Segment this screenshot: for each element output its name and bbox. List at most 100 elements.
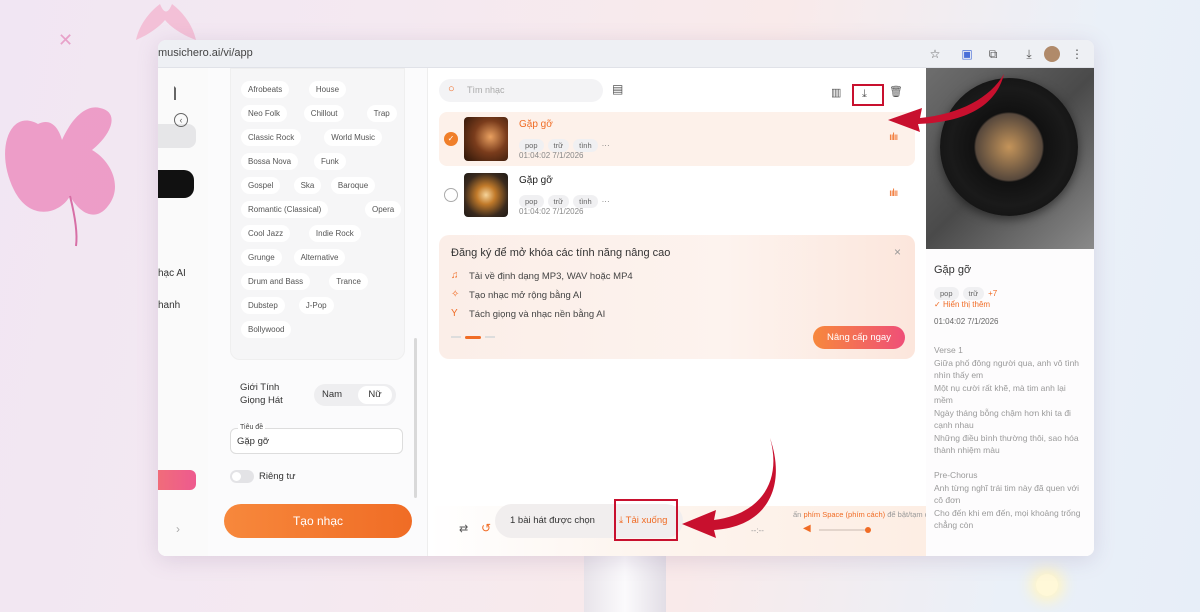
waveform-icon: ıılıı xyxy=(889,188,898,199)
create-music-button[interactable]: Tạo nhạc xyxy=(224,504,412,538)
song-title[interactable]: Gặp gỡ xyxy=(519,175,553,186)
show-more-link[interactable]: ✓ Hiển thị thêm xyxy=(934,300,990,309)
volume-icon[interactable]: ◀ xyxy=(803,523,811,534)
song-cover xyxy=(464,173,508,217)
tag: pop xyxy=(934,287,959,300)
create-form: Afrobeats House Neo Folk Chillout Trap Classi… xyxy=(208,68,428,556)
promo-feature: Tải về định dạng MP3, WAV hoặc MP4 xyxy=(469,271,633,282)
filter-icon[interactable]: ▤ xyxy=(612,82,623,96)
genre-chip[interactable]: Classic Rock xyxy=(241,129,302,146)
close-icon[interactable]: × xyxy=(894,245,901,259)
download-icon[interactable]: ⤓ xyxy=(1020,45,1038,63)
nav-item-dark[interactable] xyxy=(158,170,194,198)
selected-count: 1 bài hát được chọn xyxy=(510,515,595,526)
volume-slider[interactable] xyxy=(819,527,871,533)
split-icon: Y xyxy=(451,308,458,319)
carousel-dot[interactable] xyxy=(485,336,495,338)
library-icon[interactable]: ▥ xyxy=(831,86,841,99)
genre-chip[interactable]: Alternative xyxy=(293,249,346,266)
song-meta: 01:04:02 7/1/2026 xyxy=(519,151,584,160)
search-input[interactable]: ○ Tìm nhạc xyxy=(439,79,603,102)
nav-item-active[interactable] xyxy=(158,124,196,148)
shuffle-icon[interactable]: ⇄ xyxy=(459,522,468,535)
replay-icon[interactable]: ↺ xyxy=(481,521,491,535)
gender-female-option[interactable]: Nữ xyxy=(358,386,392,404)
song-meta: 01:04:02 7/1/2026 xyxy=(519,207,584,216)
genre-chip[interactable]: Grunge xyxy=(241,249,282,266)
address-bar[interactable]: musichero.ai/vi/app xyxy=(158,47,253,59)
nav-upgrade-button[interactable] xyxy=(158,470,196,490)
genre-chip[interactable]: Bollywood xyxy=(241,321,292,338)
song-row[interactable]: Gặp gỡ pop trữ tình ··· 01:04:02 7/1/2026 ı… xyxy=(439,168,915,222)
form-scrollbar[interactable] xyxy=(414,338,417,498)
genre-chip[interactable]: Opera xyxy=(365,201,402,218)
download-highlight-box: ⤓ Tải xuống xyxy=(614,499,678,541)
genre-chip[interactable]: Bossa Nova xyxy=(241,153,299,170)
magic-wand-icon: ✧ xyxy=(451,289,460,300)
star-icon[interactable]: ☆ xyxy=(926,45,944,63)
promo-feature: Tạo nhạc mở rộng bằng AI xyxy=(469,290,582,301)
genre-chip[interactable]: Afrobeats xyxy=(241,81,290,98)
annotation-arrow-top xyxy=(888,74,1004,132)
genre-chip[interactable]: Drum and Bass xyxy=(241,273,311,290)
genre-chip[interactable]: Romantic (Classical) xyxy=(241,201,329,218)
download-selected-button[interactable]: ⤓ Tải xuống xyxy=(619,515,667,526)
genre-chip[interactable]: World Music xyxy=(324,129,383,146)
genre-chip[interactable]: Baroque xyxy=(330,177,376,194)
detail-title: Gặp gỡ xyxy=(934,264,972,276)
genre-chip[interactable]: Trance xyxy=(329,273,368,290)
chevron-right-icon[interactable]: › xyxy=(176,522,180,536)
monitor-stand xyxy=(584,556,666,612)
lyric-line: Cho đến khi em đến, mọi khoảng trống chẳ… xyxy=(934,507,1081,531)
genre-chip[interactable]: Indie Rock xyxy=(308,225,361,242)
genre-chip[interactable]: Dubstep xyxy=(241,297,285,314)
gender-toggle: Nam Nữ xyxy=(314,384,396,406)
detail-tags: pop trữ +7 xyxy=(934,283,997,301)
more-tags[interactable]: +7 xyxy=(988,289,997,298)
keyboard-hint: ấn phím Space (phím cách) để bật/tạm dừn… xyxy=(793,510,943,519)
genre-chip[interactable]: Cool Jazz xyxy=(241,225,291,242)
tag: trữ xyxy=(962,287,985,300)
search-icon: ○ xyxy=(448,83,455,95)
menu-icon[interactable]: ⋮ xyxy=(1068,45,1086,63)
upgrade-promo-card: Đăng ký để mở khóa các tính năng nâng ca… xyxy=(439,235,915,359)
collapse-nav-icon[interactable]: ‹ xyxy=(174,113,188,127)
nav-item-audio[interactable]: hanh xyxy=(158,300,180,311)
private-toggle[interactable] xyxy=(230,470,254,483)
lyric-line: Giữa phố đông người qua, anh vô tình nhì… xyxy=(934,357,1080,381)
carousel-dot[interactable] xyxy=(451,336,461,338)
lyric-line: Pre-Chorus xyxy=(934,470,978,480)
translate-icon[interactable]: ▣ xyxy=(958,45,976,63)
lyric-line xyxy=(934,457,1084,470)
song-more-icon[interactable]: ··· xyxy=(602,141,610,150)
song-row[interactable]: ✓ Gặp gỡ pop trữ tình ··· 01:04:02 7/1/2026… xyxy=(439,112,915,166)
genre-chip[interactable]: Chillout xyxy=(303,105,345,122)
genre-chip[interactable]: Gospel xyxy=(241,177,281,194)
upgrade-now-button[interactable]: Nâng cấp ngay xyxy=(813,326,905,349)
gender-label: Giới Tính xyxy=(240,382,280,393)
song-cover xyxy=(464,117,508,161)
genre-chip[interactable]: J-Pop xyxy=(298,297,334,314)
lyric-line: Một nụ cười rất khẽ, mà tim anh lại mềm xyxy=(934,382,1066,406)
genre-chip[interactable]: Ska xyxy=(293,177,322,194)
song-more-icon[interactable]: ··· xyxy=(602,197,610,206)
checkbox-icon[interactable] xyxy=(444,188,458,202)
song-detail-panel: Gặp gỡ pop trữ +7 ✓ Hiển thị thêm 01:04:02… xyxy=(926,68,1094,556)
carousel-dot-active[interactable] xyxy=(465,336,481,339)
left-nav: hạc AI hanh › xyxy=(158,68,208,556)
sparkle-icon: ✕ xyxy=(58,30,74,50)
genre-chip[interactable]: House xyxy=(308,81,347,98)
genre-chip[interactable]: Funk xyxy=(314,153,346,170)
song-title[interactable]: Gặp gỡ xyxy=(519,119,553,130)
nav-item-ai[interactable]: hạc AI xyxy=(158,268,186,279)
avatar[interactable] xyxy=(1044,46,1060,62)
checkbox-checked-icon[interactable]: ✓ xyxy=(444,132,458,146)
gender-label-2: Giọng Hát xyxy=(240,395,283,406)
genre-chip[interactable]: Trap xyxy=(366,105,397,122)
title-field[interactable]: Tiêu đề Gặp gỡ xyxy=(230,424,403,454)
genre-chip[interactable]: Neo Folk xyxy=(241,105,288,122)
download-icon[interactable]: ⤓ xyxy=(862,88,867,101)
gender-male-option[interactable]: Nam xyxy=(322,389,342,400)
extensions-icon[interactable]: ⧉ xyxy=(984,45,1002,63)
glow-decoration xyxy=(1036,574,1058,596)
